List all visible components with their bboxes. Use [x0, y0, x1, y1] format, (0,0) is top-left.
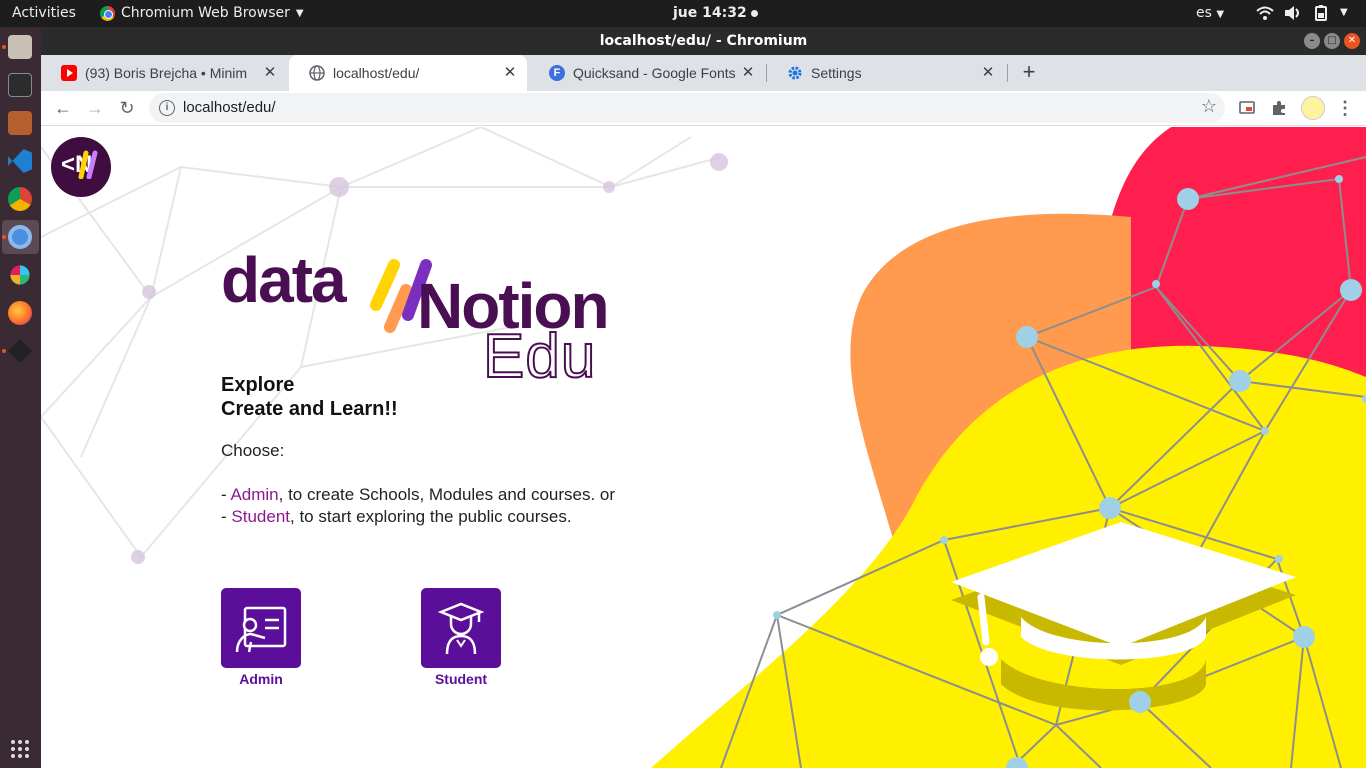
close-tab-icon[interactable]: ✕: [979, 64, 997, 82]
running-indicator: [2, 235, 6, 239]
bullet-prefix: -: [221, 507, 232, 526]
close-tab-icon[interactable]: ✕: [739, 64, 757, 82]
student-graduate-icon: [437, 602, 485, 655]
language-code: es: [1196, 5, 1212, 21]
student-link[interactable]: Student: [231, 507, 290, 526]
fonts-f-icon: F: [549, 65, 565, 81]
tagline-line-2: Create and Learn!!: [221, 398, 398, 420]
clock-text: jue 14:32: [673, 5, 747, 21]
brand-word-edu: Edu: [482, 321, 597, 392]
show-apps-grid-icon[interactable]: [8, 737, 32, 761]
reload-icon[interactable]: ↻: [115, 96, 139, 120]
yellow-blob: [651, 345, 1366, 768]
window-title-bar[interactable]: localhost/edu/ - Chromium – □ ✕: [41, 27, 1366, 55]
tab-settings[interactable]: Settings ✕: [767, 55, 1005, 91]
logo-stripes-icon: [78, 150, 98, 179]
admin-card[interactable]: Admin: [221, 588, 301, 687]
tab-label: Settings: [811, 65, 862, 81]
globe-icon: [309, 65, 325, 81]
site-logo[interactable]: <N: [51, 137, 111, 197]
tagline: Explore Create and Learn!!: [221, 373, 398, 421]
new-tab-button[interactable]: +: [1017, 60, 1041, 84]
admin-description-text: , to create Schools, Modules and courses…: [278, 485, 616, 504]
chromium-dock-icon[interactable]: [8, 225, 32, 249]
student-description: - Student, to start exploring the public…: [221, 507, 572, 527]
admin-link[interactable]: Admin: [230, 485, 278, 504]
browser-toolbar: ← → ↻ i localhost/edu/ ☆ ⋮: [41, 91, 1366, 126]
teacher-board-icon: [235, 606, 287, 653]
window-title: localhost/edu/ - Chromium: [599, 33, 808, 49]
cast-media-icon[interactable]: [1235, 96, 1259, 120]
admin-description: - Admin, to create Schools, Modules and …: [221, 485, 615, 505]
tab-label: (93) Boris Brejcha • Minim: [85, 65, 248, 81]
choose-label: Choose:: [221, 441, 285, 460]
more-menu-icon[interactable]: ⋮: [1333, 96, 1357, 120]
chrome-icon[interactable]: [8, 187, 32, 211]
web-page: <N data Notion Edu Explore Create and Le…: [41, 127, 1366, 768]
tab-separator: [1007, 64, 1008, 82]
terminal-icon[interactable]: [8, 73, 32, 97]
firefox-icon[interactable]: [8, 301, 32, 325]
admin-button[interactable]: [221, 588, 301, 668]
brand-word-data: data: [221, 244, 347, 316]
close-tab-icon[interactable]: ✕: [501, 64, 519, 82]
tab-localhost-edu[interactable]: localhost/edu/ ✕: [289, 55, 527, 91]
maximize-button[interactable]: □: [1324, 33, 1340, 49]
student-button[interactable]: [421, 588, 501, 668]
tab-label: localhost/edu/: [333, 65, 420, 81]
student-description-text: , to start exploring the public courses.: [290, 507, 572, 526]
files-cabinet-icon[interactable]: [8, 35, 32, 59]
tab-google-fonts[interactable]: F Quicksand - Google Fonts ✕: [529, 55, 765, 91]
gear-icon: [787, 65, 803, 81]
back-arrow-icon[interactable]: ←: [51, 96, 75, 120]
window-controls: – □ ✕: [1304, 33, 1360, 49]
forward-arrow-icon[interactable]: →: [83, 96, 107, 120]
chromium-icon: [100, 5, 115, 21]
vscode-icon[interactable]: [8, 149, 32, 173]
site-info-icon[interactable]: i: [159, 100, 175, 116]
dock: [0, 27, 41, 768]
tab-strip: (93) Boris Brejcha • Minim ✕ localhost/e…: [41, 55, 1366, 91]
chevron-down-icon: ▼: [295, 7, 304, 19]
volume-icon: [1284, 5, 1302, 21]
activities-button[interactable]: Activities: [12, 5, 76, 21]
admin-card-label: Admin: [239, 671, 283, 687]
wifi-icon: [1256, 5, 1274, 21]
battery-icon: [1312, 5, 1330, 21]
app-menu[interactable]: Chromium Web Browser ▼: [100, 5, 304, 21]
tab-label: Quicksand - Google Fonts: [573, 65, 736, 81]
app-menu-label: Chromium Web Browser: [121, 5, 290, 21]
extensions-puzzle-icon[interactable]: [1267, 96, 1291, 120]
close-tab-icon[interactable]: ✕: [261, 64, 279, 82]
notification-dot-icon: [750, 9, 758, 17]
datanotion-edu-wordmark: data Notion Edu: [221, 243, 621, 392]
keyboard-language[interactable]: es ▼: [1196, 5, 1224, 21]
running-indicator: [2, 349, 6, 353]
running-indicator: [2, 45, 6, 49]
tab-youtube[interactable]: (93) Boris Brejcha • Minim ✕: [41, 55, 287, 91]
slack-icon[interactable]: [10, 265, 30, 285]
chevron-down-icon: ▼: [1216, 9, 1225, 20]
minimize-button[interactable]: –: [1304, 33, 1320, 49]
tagline-line-1: Explore: [221, 374, 295, 396]
student-card-label: Student: [434, 671, 488, 687]
close-window-button[interactable]: ✕: [1344, 33, 1360, 49]
url-text[interactable]: localhost/edu/: [183, 99, 276, 116]
bookmark-star-icon[interactable]: ☆: [1201, 96, 1217, 117]
profile-avatar-icon[interactable]: [1301, 96, 1325, 120]
clock[interactable]: jue 14:32: [673, 5, 758, 21]
youtube-icon: [61, 65, 77, 81]
inkscape-icon[interactable]: [8, 339, 32, 363]
address-bar[interactable]: i localhost/edu/ ☆: [149, 93, 1225, 123]
power-menu-chevron-icon: ▼: [1340, 7, 1348, 18]
system-top-bar: Activities Chromium Web Browser ▼ jue 14…: [0, 0, 1366, 27]
system-status-icons[interactable]: ▼: [1256, 5, 1358, 21]
student-card[interactable]: Student: [421, 588, 501, 687]
files-icon[interactable]: [8, 111, 32, 135]
